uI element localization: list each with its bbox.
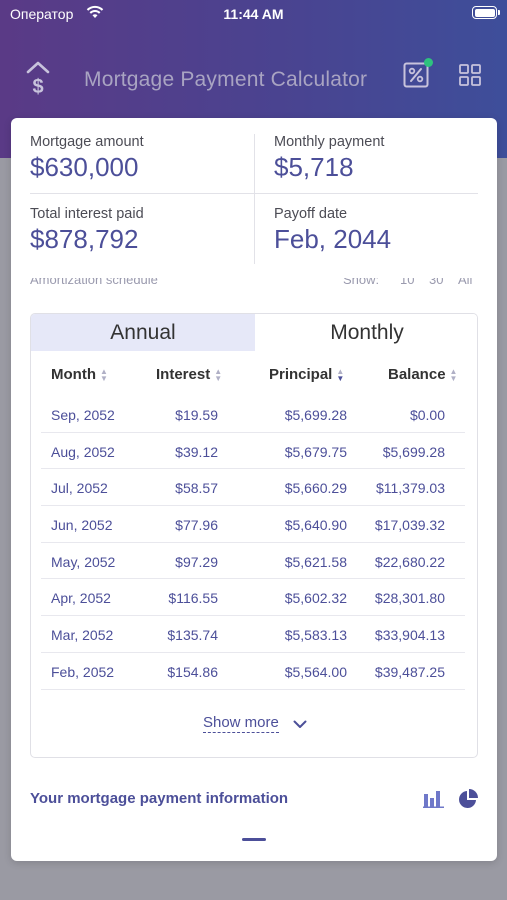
amortization-schedule-header: Amortization schedule Show: 10 30 All xyxy=(30,278,478,290)
page-title: Mortgage Payment Calculator xyxy=(84,68,368,91)
cell-interest: $19.59 xyxy=(175,407,218,423)
cell-month: Mar, 2052 xyxy=(51,627,114,644)
sort-icon: ▲ ▼ xyxy=(449,367,458,384)
cell-month: Apr, 2052 xyxy=(51,590,111,607)
results-card: Mortgage amount $630,000 Monthly payment… xyxy=(11,118,497,861)
column-principal[interactable]: Principal ▲ ▼ xyxy=(269,366,344,383)
table-row: Apr, 2052 $116.55 $5,602.32 $28,301.80 xyxy=(41,579,465,617)
cell-principal: $5,583.13 xyxy=(284,627,347,644)
dollar-house-logo-icon: $ xyxy=(26,60,50,101)
payoff-date-label: Payoff date xyxy=(274,206,348,222)
payment-info-section: Your mortgage payment information xyxy=(30,788,478,812)
cell-balance: $33,904.13 xyxy=(374,627,445,644)
cell-balance: $5,699.28 xyxy=(382,443,445,460)
show-option-30[interactable]: 30 xyxy=(429,278,443,287)
bar-chart-icon[interactable] xyxy=(423,788,445,813)
cell-principal: $5,564.00 xyxy=(284,663,347,680)
summary-panel: Mortgage amount $630,000 Monthly payment… xyxy=(11,118,497,278)
cell-balance: $28,301.80 xyxy=(374,590,445,607)
divider xyxy=(30,193,478,194)
column-principal-label: Principal xyxy=(269,366,333,383)
sort-icon: ▲ ▼ xyxy=(336,367,345,384)
cell-month: Jul, 2052 xyxy=(51,480,108,497)
tab-monthly[interactable]: Monthly xyxy=(255,314,477,351)
cell-balance: $17,039.32 xyxy=(374,517,445,534)
column-month[interactable]: Month ▲ ▼ xyxy=(51,366,108,383)
cell-balance: $11,379.03 xyxy=(375,480,445,497)
cell-balance: $39,487.25 xyxy=(374,663,445,680)
table-row: Feb, 2052 $154.86 $5,564.00 $39,487.25 xyxy=(41,653,465,690)
mortgage-amount-value: $630,000 xyxy=(30,152,139,182)
navigation-bar: $ Mortgage Payment Calculator xyxy=(0,58,507,102)
drag-handle[interactable] xyxy=(242,838,266,841)
table-row: Jul, 2052 $58.57 $5,660.29 $11,379.03 xyxy=(41,469,465,507)
cell-balance: $22,680.22 xyxy=(374,553,445,570)
pie-chart-icon[interactable] xyxy=(457,788,479,815)
show-option-10[interactable]: 10 xyxy=(400,278,414,287)
table-row: Sep, 2052 $19.59 $5,699.28 $0.00 xyxy=(41,396,465,433)
column-interest[interactable]: Interest ▲ ▼ xyxy=(156,366,222,383)
total-interest-label: Total interest paid xyxy=(30,206,144,222)
table-row: Aug, 2052 $39.12 $5,679.75 $5,699.28 xyxy=(41,433,465,470)
cell-principal: $5,621.58 xyxy=(284,553,347,570)
column-balance[interactable]: Balance ▲ ▼ xyxy=(388,366,457,383)
payment-info-title: Your mortgage payment information xyxy=(30,790,289,807)
column-balance-label: Balance xyxy=(388,366,446,383)
battery-icon xyxy=(472,6,500,19)
table-row: Jun, 2052 $77.96 $5,640.90 $17,039.32 xyxy=(41,506,465,543)
monthly-payment-label: Monthly payment xyxy=(274,134,385,150)
divider xyxy=(254,134,255,264)
calculator-icon[interactable] xyxy=(403,62,429,93)
monthly-payment-stat: Monthly payment $5,718 xyxy=(274,134,384,183)
cell-interest: $154.86 xyxy=(167,663,218,680)
show-more-button[interactable]: Show more xyxy=(31,714,477,733)
amortization-table: Annual Monthly Month ▲ ▼ Interest ▲ ▼ Princi… xyxy=(30,313,478,758)
table-tabs: Annual Monthly xyxy=(31,314,477,351)
cell-interest: $39.12 xyxy=(175,443,218,460)
status-time: 11:44 AM xyxy=(223,6,284,22)
show-more-label: Show more xyxy=(202,714,279,733)
table-body: Sep, 2052 $19.59 $5,699.28 $0.00 Aug, 2052 $3… xyxy=(41,396,465,690)
sort-icon: ▲ ▼ xyxy=(99,367,108,384)
cell-balance: $0.00 xyxy=(409,407,445,423)
notification-dot xyxy=(424,58,433,67)
svg-text:$: $ xyxy=(32,76,43,96)
column-month-label: Month xyxy=(51,366,96,383)
show-option-all[interactable]: All xyxy=(458,278,472,287)
status-bar: Оператор 11:44 AM xyxy=(0,0,507,30)
cell-principal: $5,679.75 xyxy=(284,443,347,460)
column-interest-label: Interest xyxy=(156,366,211,383)
payoff-date-stat: Payoff date Feb, 2044 xyxy=(274,206,391,255)
mortgage-amount-stat: Mortgage amount $630,000 xyxy=(30,134,144,183)
sort-icon: ▲ ▼ xyxy=(214,367,223,384)
tab-annual[interactable]: Annual xyxy=(31,314,255,351)
cell-month: Jun, 2052 xyxy=(51,517,113,534)
schedule-title: Amortization schedule xyxy=(30,278,158,287)
cell-principal: $5,660.29 xyxy=(284,480,347,497)
monthly-payment-value: $5,718 xyxy=(274,152,354,182)
cell-principal: $5,602.32 xyxy=(284,590,347,607)
total-interest-value: $878,792 xyxy=(30,224,139,254)
mortgage-amount-label: Mortgage amount xyxy=(30,134,144,150)
show-label: Show: xyxy=(343,278,380,287)
cell-principal: $5,699.28 xyxy=(284,407,347,423)
cell-interest: $135.74 xyxy=(167,627,218,644)
cell-interest: $77.96 xyxy=(175,517,218,534)
table-row: Mar, 2052 $135.74 $5,583.13 $33,904.13 xyxy=(41,616,465,653)
cell-interest: $97.29 xyxy=(175,553,218,570)
cell-month: Sep, 2052 xyxy=(51,407,115,423)
grid-menu-icon[interactable] xyxy=(459,64,481,91)
table-row: May, 2052 $97.29 $5,621.58 $22,680.22 xyxy=(41,543,465,580)
payoff-date-value: Feb, 2044 xyxy=(274,224,392,254)
cell-interest: $58.57 xyxy=(175,480,218,497)
cell-principal: $5,640.90 xyxy=(284,517,347,534)
table-header: Month ▲ ▼ Interest ▲ ▼ Principal ▲ ▼ Balance ▲ ▼ xyxy=(31,366,477,388)
cell-month: Aug, 2052 xyxy=(51,443,115,460)
cell-month: Feb, 2052 xyxy=(51,663,115,680)
chevron-down-icon xyxy=(293,716,307,733)
cell-month: May, 2052 xyxy=(51,553,116,570)
total-interest-stat: Total interest paid $878,792 xyxy=(30,206,144,255)
cell-interest: $116.55 xyxy=(168,590,218,607)
